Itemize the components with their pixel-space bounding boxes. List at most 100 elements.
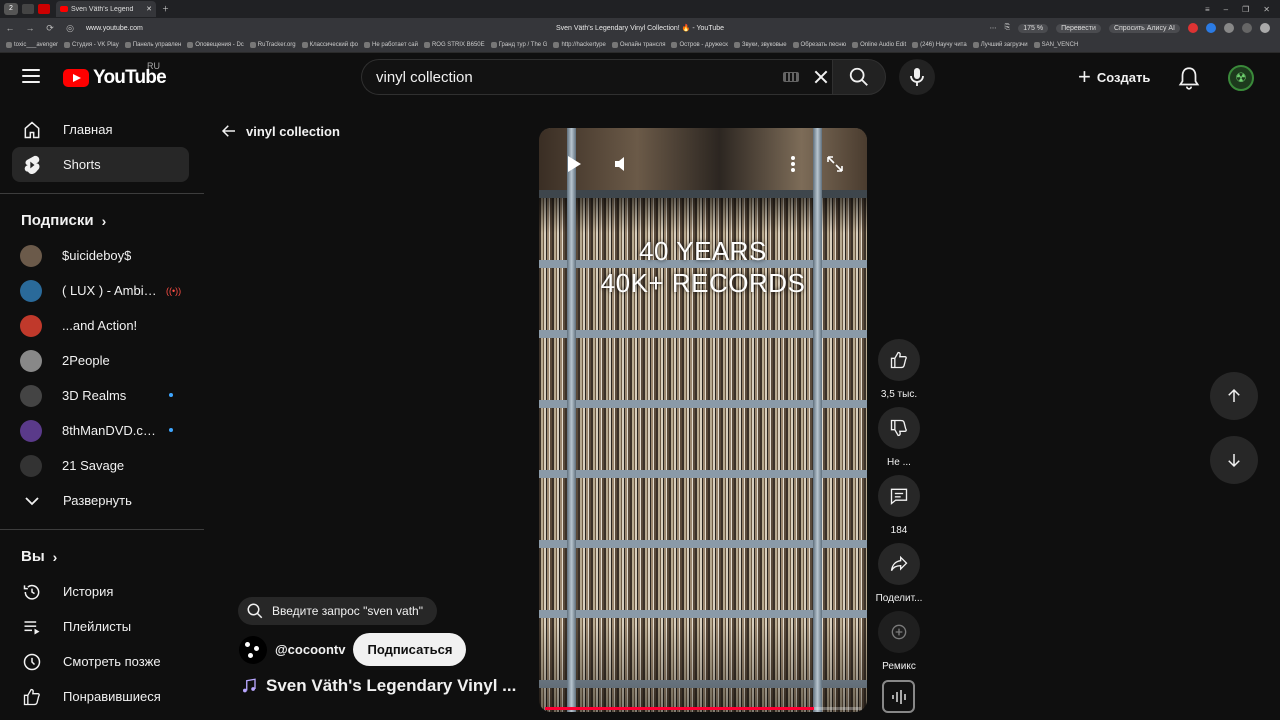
sidebar-item-subscription[interactable]: $uicideboy$ bbox=[12, 238, 189, 273]
video-title[interactable]: Sven Väth's Legendary Vinyl ... bbox=[240, 676, 516, 696]
bookmark-item[interactable]: Звуки, звуковые bbox=[734, 42, 787, 48]
bookmark-item[interactable]: Не работает сай bbox=[364, 42, 418, 48]
create-button[interactable]: + Создать bbox=[1070, 61, 1162, 93]
sidebar-item-subscription[interactable]: ( LUX ) - Ambient... ((•)) bbox=[12, 273, 189, 308]
bookmark-item[interactable]: SAN_VENCH bbox=[1034, 42, 1079, 48]
search-button[interactable] bbox=[832, 59, 886, 95]
bookmark-item[interactable]: Гранд тур / The G bbox=[491, 42, 548, 48]
remix-action[interactable]: Ремикс bbox=[872, 611, 926, 672]
sidebar-item-history[interactable]: История bbox=[12, 574, 189, 609]
bookmark-item[interactable]: Панель управлен bbox=[125, 42, 182, 48]
menu-icon[interactable]: ≡ bbox=[1205, 5, 1210, 14]
menu-icon[interactable] bbox=[22, 69, 40, 83]
bookmark-item[interactable]: Студия - VK Play bbox=[64, 42, 119, 48]
keyboard-icon[interactable] bbox=[783, 72, 799, 82]
more-options-button[interactable] bbox=[781, 152, 805, 176]
comments-action[interactable]: 184 bbox=[872, 475, 926, 536]
share-action[interactable]: Поделит... bbox=[872, 543, 926, 604]
bookmark-item[interactable]: Online Audio Edit bbox=[852, 42, 906, 48]
bookmark-item[interactable]: Остров - дружеск bbox=[671, 42, 727, 48]
new-content-dot bbox=[169, 428, 173, 432]
youtube-favicon-icon bbox=[60, 6, 68, 12]
subscribe-button[interactable]: Подписаться bbox=[353, 633, 467, 666]
bookmark-item[interactable]: ROG STRIX B650E bbox=[424, 42, 485, 48]
sidebar-item-subscription[interactable]: 3D Realms bbox=[12, 378, 189, 413]
close-tab-icon[interactable]: ✕ bbox=[146, 5, 152, 13]
sidebar-expand[interactable]: Развернуть bbox=[12, 483, 189, 518]
protect-icon[interactable]: ◎ bbox=[60, 23, 80, 34]
extension-icon[interactable] bbox=[1242, 23, 1252, 33]
suggested-search-chip[interactable]: Введите запрос "sven vath" bbox=[238, 597, 437, 625]
channel-avatar bbox=[20, 454, 42, 477]
shorts-video-player[interactable]: 40 YEARS 40K+ RECORDS bbox=[539, 128, 867, 712]
zoom-level[interactable]: 175 % bbox=[1018, 23, 1049, 33]
sound-thumbnail[interactable] bbox=[882, 680, 915, 713]
bookmark-item[interactable]: Оповещения - Dc bbox=[187, 42, 244, 48]
bookmark-icon[interactable]: ⎘ bbox=[1005, 24, 1011, 32]
home-icon bbox=[22, 120, 42, 140]
download-icon[interactable] bbox=[1260, 23, 1270, 33]
sidebar-item-subscription[interactable]: 21 Savage bbox=[12, 448, 189, 483]
video-overlay-text: 40K+ RECORDS bbox=[600, 268, 806, 298]
extension-icon[interactable] bbox=[1188, 23, 1198, 33]
back-to-search[interactable]: vinyl collection bbox=[220, 122, 340, 140]
sidebar-item-label: 8thManDVD.com... bbox=[62, 423, 162, 438]
subscriptions-header[interactable]: Подписки › bbox=[21, 212, 106, 229]
youtube-logo[interactable]: YouTube RU bbox=[63, 61, 167, 89]
sidebar-item-subscription[interactable]: ...and Action! bbox=[12, 308, 189, 343]
sidebar-item-label: 21 Savage bbox=[62, 458, 125, 473]
reload-icon[interactable]: ⟳ bbox=[40, 23, 60, 34]
sidebar-item-playlists[interactable]: Плейлисты bbox=[12, 609, 189, 644]
bookmark-item[interactable]: Онлайн трансля bbox=[612, 42, 666, 48]
sidebar-item-home[interactable]: Главная bbox=[12, 112, 189, 147]
back-nav-icon[interactable]: ← bbox=[0, 23, 20, 33]
tab-active[interactable]: Sven Väth's Legend ✕ bbox=[56, 1, 156, 17]
account-avatar[interactable]: ☢ bbox=[1228, 65, 1254, 91]
tab-list-icon[interactable] bbox=[22, 4, 34, 14]
sidebar-item-subscription[interactable]: 2People bbox=[12, 343, 189, 378]
microphone-icon bbox=[910, 68, 924, 86]
translate-button[interactable]: Перевести bbox=[1056, 23, 1101, 33]
search-input[interactable] bbox=[376, 68, 783, 86]
youtube-pinned-tab[interactable] bbox=[38, 4, 50, 14]
minimize-icon[interactable]: – bbox=[1224, 5, 1228, 14]
new-tab-icon[interactable]: ＋ bbox=[162, 4, 169, 14]
next-short-button[interactable] bbox=[1210, 436, 1258, 484]
more-icon[interactable]: ⋯ bbox=[990, 24, 997, 32]
play-button[interactable] bbox=[562, 152, 586, 176]
extension-icon[interactable] bbox=[1206, 23, 1216, 33]
close-window-icon[interactable]: ✕ bbox=[1263, 5, 1270, 14]
video-progress-bar[interactable] bbox=[545, 707, 861, 710]
suggested-query: Введите запрос "sven vath" bbox=[272, 604, 423, 618]
channel-avatar[interactable] bbox=[239, 635, 267, 664]
bookmark-item[interactable]: Лучший загрузчи bbox=[973, 42, 1028, 48]
sidebar-item-watch-later[interactable]: Смотреть позже bbox=[12, 644, 189, 679]
channel-handle[interactable]: @cocoontv bbox=[275, 642, 345, 657]
sidebar-item-subscription[interactable]: 8thManDVD.com... bbox=[12, 413, 189, 448]
bookmark-item[interactable]: Классический фо bbox=[302, 42, 358, 48]
tab-count-badge[interactable]: 2 bbox=[4, 3, 18, 15]
extension-icon[interactable] bbox=[1224, 23, 1234, 33]
sidebar-item-shorts[interactable]: Shorts bbox=[12, 147, 189, 182]
bookmark-item[interactable]: http://hackertype bbox=[553, 42, 605, 48]
sidebar-item-liked[interactable]: Понравившиеся bbox=[12, 679, 189, 714]
previous-short-button[interactable] bbox=[1210, 372, 1258, 420]
voice-search-button[interactable] bbox=[899, 59, 935, 95]
volume-button[interactable] bbox=[610, 152, 634, 176]
alice-button[interactable]: Спросить Алису AI bbox=[1108, 23, 1180, 33]
fullscreen-button[interactable] bbox=[823, 152, 847, 176]
bookmark-item[interactable]: (246) Научу чита bbox=[912, 42, 967, 48]
bookmark-item[interactable]: Обрезать песню bbox=[793, 42, 847, 48]
forward-nav-icon[interactable]: → bbox=[20, 23, 40, 33]
restore-icon[interactable]: ❐ bbox=[1242, 5, 1249, 14]
notifications-button[interactable] bbox=[1176, 65, 1202, 91]
clear-search-icon[interactable] bbox=[809, 65, 833, 89]
bookmark-item[interactable]: toxic___avenger bbox=[6, 42, 58, 48]
bookmark-item[interactable]: RuTracker.org bbox=[250, 42, 296, 48]
dislike-action[interactable]: Не ... bbox=[872, 407, 926, 468]
channel-avatar bbox=[20, 384, 42, 407]
like-action[interactable]: 3,5 тыс. bbox=[872, 339, 926, 400]
url-field[interactable]: www.youtube.com bbox=[86, 25, 143, 32]
progress-fill bbox=[545, 707, 814, 710]
you-header[interactable]: Вы › bbox=[21, 548, 57, 565]
